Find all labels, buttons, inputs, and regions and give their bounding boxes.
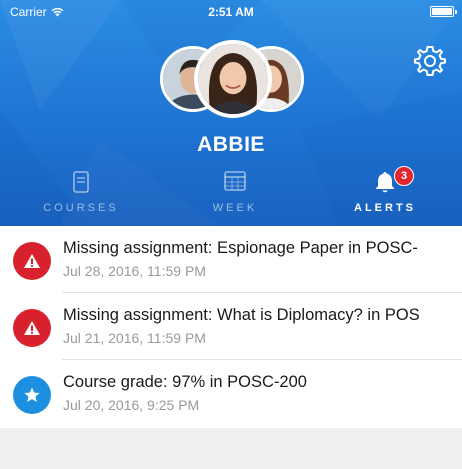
bell-icon	[375, 172, 395, 193]
alerts-count-badge: 3	[394, 166, 414, 186]
tab-bar: COURSES WEEK 3 ALERTS	[0, 166, 462, 226]
alert-row[interactable]: Course grade: 97% in POSC-200 Jul 20, 20…	[0, 360, 462, 427]
star-icon	[13, 376, 51, 414]
app-screen: Carrier 2:51 AM ABBIE COURSES WEEK 3 ALE…	[0, 0, 462, 469]
alert-date: Jul 21, 2016, 11:59 PM	[63, 330, 206, 346]
tab-week[interactable]: WEEK	[158, 166, 312, 226]
profile-name: ABBIE	[197, 133, 265, 156]
alerts-list: Missing assignment: Espionage Paper in P…	[0, 226, 462, 427]
status-bar: Carrier 2:51 AM	[0, 0, 462, 22]
alert-row[interactable]: Missing assignment: What is Diplomacy? i…	[0, 293, 462, 360]
alert-title: Missing assignment: What is Diplomacy? i…	[63, 306, 420, 324]
tab-alerts[interactable]: 3 ALERTS	[308, 166, 462, 226]
alert-date: Jul 28, 2016, 11:59 PM	[63, 263, 206, 279]
status-time: 2:51 AM	[208, 5, 254, 19]
profile-header: Carrier 2:51 AM ABBIE COURSES WEEK 3 ALE…	[0, 0, 462, 226]
list-empty-area	[0, 428, 462, 469]
settings-gear-icon[interactable]	[413, 44, 447, 78]
book-icon	[73, 171, 89, 193]
alert-title: Missing assignment: Espionage Paper in P…	[63, 239, 418, 257]
alert-row[interactable]: Missing assignment: Espionage Paper in P…	[0, 226, 462, 293]
alert-title: Course grade: 97% in POSC-200	[63, 373, 307, 391]
battery-icon	[430, 6, 457, 17]
tab-week-label: WEEK	[212, 202, 258, 214]
tab-courses[interactable]: COURSES	[4, 166, 158, 226]
warning-icon	[13, 309, 51, 347]
tab-courses-label: COURSES	[43, 202, 119, 214]
avatar-current-user[interactable]	[194, 40, 272, 118]
calendar-icon	[224, 171, 246, 191]
tab-alerts-label: ALERTS	[354, 202, 416, 214]
avatar-photo-current	[198, 44, 268, 114]
warning-icon	[13, 242, 51, 280]
alert-date: Jul 20, 2016, 9:25 PM	[63, 397, 200, 413]
